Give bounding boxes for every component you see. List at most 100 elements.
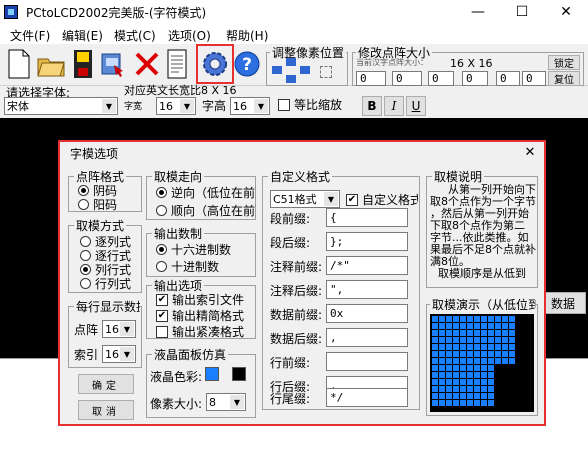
menu-edit[interactable]: 编辑(E)	[62, 27, 103, 44]
underline-button[interactable]: U	[406, 96, 426, 116]
lcd-off-color-swatch[interactable]	[232, 367, 246, 381]
cancel-button[interactable]: 取消	[78, 400, 134, 420]
demo-pixel	[474, 330, 480, 336]
shift-left-icon[interactable]	[272, 66, 282, 74]
data-suffix-input[interactable]: ,	[326, 328, 408, 347]
ratio-checkbox-box[interactable]	[278, 98, 290, 111]
checkbox-checked[interactable]: ✔	[346, 193, 358, 206]
radio-off[interactable]	[80, 236, 91, 247]
open-folder-icon[interactable]	[36, 46, 66, 82]
shift-up-icon[interactable]	[286, 58, 296, 66]
data-prefix-input[interactable]: 0x	[326, 304, 408, 323]
menu-mode[interactable]: 模式(C)	[114, 27, 156, 44]
pixel-size-select[interactable]: 8 ▼	[206, 393, 246, 411]
reset-button[interactable]: 复位	[548, 71, 580, 86]
ratio-checkbox[interactable]: 等比缩放	[278, 96, 342, 113]
checkbox-checked[interactable]: ✔	[156, 309, 168, 322]
radio-on[interactable]	[80, 264, 91, 275]
lock-button[interactable]: 锁定	[548, 55, 580, 70]
radio-on[interactable]	[156, 187, 167, 198]
index-count-select[interactable]: 16 ▼	[102, 345, 136, 363]
format-select[interactable]: C51格式 ▼	[270, 190, 340, 208]
radio-on[interactable]	[78, 185, 89, 196]
demo-pixel	[432, 365, 438, 371]
font-select[interactable]: 宋体 ▼	[4, 97, 118, 115]
output-option-2-label: 输出紧凑格式	[172, 325, 245, 339]
output-option-2[interactable]: 输出紧凑格式	[156, 323, 244, 339]
radio-off[interactable]	[156, 261, 167, 272]
ok-button[interactable]: 确定	[78, 374, 134, 394]
demo-pixel	[488, 323, 494, 329]
lcd-on-color-swatch[interactable]	[205, 367, 219, 381]
segment-suffix-input[interactable]: };	[326, 232, 408, 251]
demo-pixel	[481, 358, 487, 364]
custom-format-checkbox-label: 自定义格式	[362, 193, 418, 207]
close-button[interactable]: ✕	[544, 0, 588, 24]
dot-format-option-1[interactable]: 阳码	[78, 196, 117, 213]
char-height-select[interactable]: 16 ▼	[230, 97, 270, 115]
take-mode-option-3[interactable]: 行列式	[80, 275, 131, 292]
offset-right-input[interactable]: 0	[462, 71, 488, 86]
demo-pixel	[467, 379, 473, 385]
radix-option-1[interactable]: 十进制数	[156, 258, 219, 275]
help-icon[interactable]: ?	[232, 46, 262, 82]
shift-down-icon[interactable]	[286, 75, 296, 83]
comment-suffix-input[interactable]: ",	[326, 280, 408, 299]
chevron-down-icon: ▼	[180, 99, 194, 113]
demo-pixel	[495, 351, 501, 357]
demo-pixel	[481, 379, 487, 385]
radio-on[interactable]	[156, 244, 167, 255]
direction-option-1[interactable]: 顺向（高位在前）	[156, 202, 256, 219]
direction-option-0[interactable]: 逆向（低位在前）	[156, 184, 256, 201]
size-height-input[interactable]: 0	[392, 71, 422, 86]
size-width-input[interactable]: 0	[356, 71, 386, 86]
demo-pixel	[488, 372, 494, 378]
radio-off[interactable]	[78, 199, 89, 210]
comment-prefix-input[interactable]: /*"	[326, 256, 408, 275]
lcd-sim-label: 液晶面板仿真	[152, 346, 229, 363]
radio-off[interactable]	[80, 250, 91, 261]
radio-off[interactable]	[80, 278, 91, 289]
bold-button[interactable]: B	[362, 96, 382, 116]
dialog-close-button[interactable]: ✕	[518, 142, 542, 162]
document-icon[interactable]	[162, 46, 192, 82]
demo-pixel	[432, 330, 438, 336]
segment-prefix-input[interactable]: {	[326, 208, 408, 227]
demo-pixel	[481, 330, 487, 336]
settings-gear-icon[interactable]	[196, 44, 234, 84]
dot-count-select[interactable]: 16 ▼	[102, 320, 136, 338]
custom-format-checkbox[interactable]: ✔ 自定义格式	[346, 191, 418, 208]
save-disk-icon[interactable]	[68, 46, 98, 82]
demo-pixel	[481, 323, 487, 329]
offset-left-input[interactable]: 0	[428, 71, 454, 86]
radio-off[interactable]	[156, 205, 167, 216]
radix-option-0[interactable]: 十六进制数	[156, 241, 231, 258]
ascii-ratio-label: 对应英文长宽比8 X 16	[124, 84, 237, 97]
minimize-button[interactable]: —	[456, 0, 500, 24]
demo-pixel	[439, 386, 445, 392]
checkbox-unchecked[interactable]	[156, 325, 168, 338]
demo-pixel	[453, 351, 459, 357]
line-prefix-input[interactable]	[326, 352, 408, 371]
center-icon[interactable]	[320, 66, 332, 78]
data-button[interactable]: 数据	[540, 292, 586, 314]
menu-options[interactable]: 选项(O)	[168, 27, 211, 44]
italic-button[interactable]: I	[384, 96, 404, 116]
menu-file[interactable]: 文件(F)	[10, 27, 50, 44]
output-option-1[interactable]: ✔ 输出精简格式	[156, 307, 244, 324]
demo-pixel	[502, 358, 508, 364]
delete-icon[interactable]	[132, 46, 162, 82]
line-end-input[interactable]: */	[326, 388, 408, 407]
offset-bottom-input[interactable]: 0	[522, 71, 546, 86]
checkbox-checked[interactable]: ✔	[156, 293, 168, 306]
output-option-0[interactable]: ✔ 输出索引文件	[156, 291, 244, 308]
menu-help[interactable]: 帮助(H)	[226, 27, 268, 44]
generate-icon[interactable]	[98, 46, 128, 82]
offset-top-input[interactable]: 0	[496, 71, 520, 86]
maximize-button[interactable]: ☐	[500, 0, 544, 24]
index-count-label: 索引	[74, 348, 99, 362]
new-file-icon[interactable]	[4, 46, 34, 82]
char-width-select[interactable]: 16 ▼	[156, 97, 196, 115]
shift-right-icon[interactable]	[300, 66, 310, 74]
radix-option-1-label: 十进制数	[171, 260, 220, 274]
